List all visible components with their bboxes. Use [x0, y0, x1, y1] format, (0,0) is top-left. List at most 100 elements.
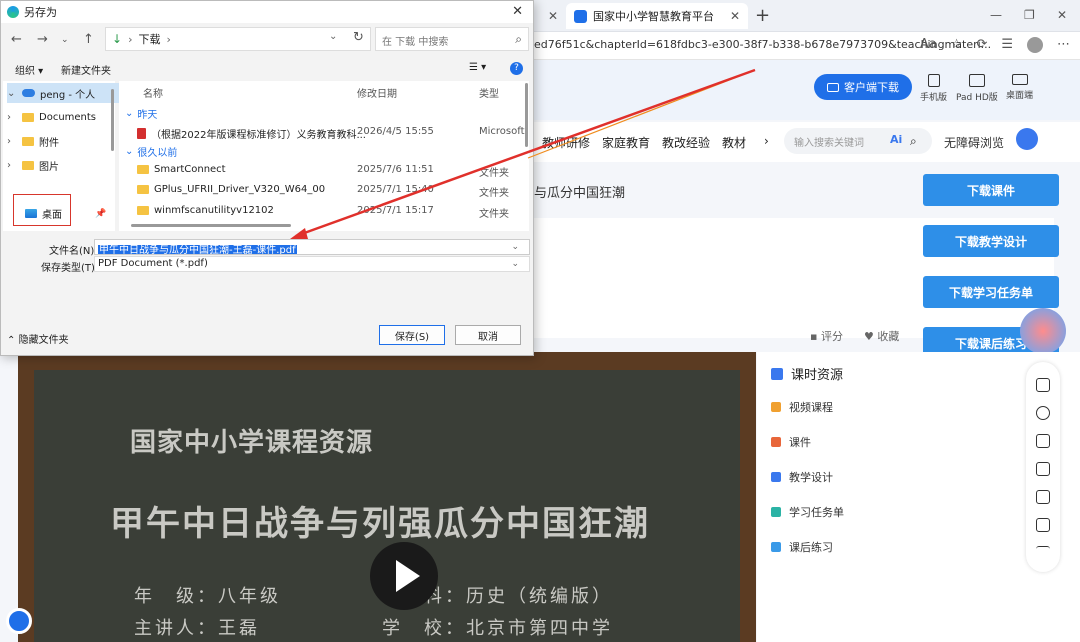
column-type[interactable]: 类型	[479, 85, 499, 100]
chevron-down-icon[interactable]: ⌄	[511, 259, 519, 269]
file-row[interactable]: winmfscanutilityv12102 2025/7/1 15:17 文件夹	[119, 201, 521, 221]
group-yesterday[interactable]: ⌄ 昨天	[125, 106, 157, 121]
client-download-button[interactable]: 客户端下载	[814, 74, 912, 100]
chevron-right-icon[interactable]: ›	[7, 160, 17, 171]
tree-item[interactable]: › 图片	[7, 155, 59, 175]
play-icon[interactable]	[370, 542, 438, 610]
favorites-list-icon[interactable]: ☰	[1001, 37, 1013, 53]
rate-button[interactable]: 评分	[821, 330, 843, 343]
folder-search-input[interactable]: 在 下载 中搜索 ⌕	[375, 27, 529, 51]
view-options-icon[interactable]: ☰ ▾	[469, 62, 486, 73]
file-date: 2025/7/1 15:17	[357, 205, 434, 216]
tree-item[interactable]: › 附件	[7, 131, 59, 151]
forward-arrow-icon[interactable]: →	[37, 32, 48, 47]
video-player[interactable]: 国家中小学课程资源 甲午中日战争与列强瓜分中国狂潮 年 级：八年级 学 科：历史…	[18, 352, 756, 642]
file-list-scrollbar[interactable]	[525, 83, 528, 147]
group-long-ago[interactable]: ⌄ 很久以前	[125, 144, 177, 159]
column-name[interactable]: 名称	[143, 85, 163, 100]
tree-scrollbar[interactable]	[111, 89, 114, 151]
search-icon[interactable]: ⌕	[515, 32, 522, 47]
help-icon[interactable]	[1036, 406, 1050, 420]
save-as-dialog: 另存为 ✕ ← → ⌄ ↑ ↓ › 下载 › ⌄ ↻ 在 下载 中搜索 ⌕ 组织…	[0, 0, 534, 356]
cube-icon[interactable]	[1036, 434, 1050, 448]
horizontal-scrollbar[interactable]	[131, 224, 291, 227]
tab-previous[interactable]: ✕	[536, 3, 566, 29]
platform-logo-icon[interactable]	[6, 608, 32, 634]
read-aloud-icon[interactable]: Aa	[920, 37, 937, 53]
play-square-icon	[771, 367, 783, 380]
help-icon[interactable]: ?	[510, 62, 523, 75]
download-task-sheet-button[interactable]: 下载学习任务单	[923, 276, 1059, 308]
favorite-star-icon[interactable]: ☆	[951, 37, 963, 53]
feedback-icon[interactable]	[1036, 518, 1050, 532]
mobile-version-link[interactable]: 手机版	[920, 74, 947, 103]
tree-item[interactable]: ⌄ peng - 个人	[7, 83, 119, 103]
chevron-right-icon[interactable]: ›	[7, 112, 17, 123]
tab-title: 国家中小学智慧教育平台	[593, 10, 714, 23]
refresh-icon[interactable]: ↻	[353, 30, 364, 45]
resource-item[interactable]: 课件	[771, 432, 811, 452]
user-avatar[interactable]	[1016, 128, 1038, 150]
nav-textbook[interactable]: 教材	[722, 134, 746, 151]
maximize-icon[interactable]: ❐	[1024, 8, 1035, 22]
file-row[interactable]: （根据2022年版课程标准修订）义务教育教科... 2026/4/5 15:55 M…	[119, 122, 525, 142]
ai-search-icon[interactable]: Ai	[890, 133, 902, 146]
new-tab-icon[interactable]: +	[755, 5, 770, 26]
hide-folders-toggle[interactable]: ⌃ 隐藏文件夹	[7, 331, 69, 346]
desktop-version-link[interactable]: 桌面端	[1006, 74, 1033, 101]
back-arrow-icon[interactable]: ←	[11, 32, 22, 47]
organize-menu[interactable]: 组织 ▾	[15, 62, 43, 77]
download-courseware-button[interactable]: 下载课件	[923, 174, 1059, 206]
resource-item[interactable]: 视频课程	[771, 397, 833, 417]
filename-input[interactable]: 甲午中日战争与瓜分中国狂潮-王磊-课件.pdf ⌄	[94, 239, 530, 255]
nav-more-icon[interactable]: ›	[764, 134, 769, 148]
resource-type-icon	[771, 402, 781, 412]
chevron-down-icon[interactable]: ⌄	[7, 88, 17, 99]
nav-family-education[interactable]: 家庭教育	[602, 134, 650, 151]
close-icon[interactable]: ✕	[548, 9, 558, 23]
profile-avatar[interactable]	[1027, 37, 1043, 53]
resource-item[interactable]: 课后练习	[771, 537, 833, 557]
nav-teacher-training[interactable]: 教师研修	[542, 134, 590, 151]
recent-dropdown-icon[interactable]: ⌄	[61, 35, 69, 45]
path-dropdown-icon[interactable]: ⌄	[329, 31, 337, 42]
close-window-icon[interactable]: ✕	[1057, 8, 1067, 22]
minimize-icon[interactable]: —	[990, 8, 1002, 22]
save-button[interactable]: 保存(S)	[379, 325, 445, 345]
accessibility-link[interactable]: 无障碍浏览	[944, 134, 1004, 151]
tree-item[interactable]: › Documents	[7, 107, 96, 127]
filetype-select[interactable]: PDF Document (*.pdf) ⌄	[94, 256, 530, 272]
path-segment[interactable]: 下载	[138, 31, 160, 47]
more-icon[interactable]: ⋯	[1057, 37, 1070, 53]
menu-icon[interactable]	[1036, 546, 1050, 552]
extensions-icon[interactable]: ⟳	[976, 37, 987, 53]
copy-icon[interactable]	[1036, 462, 1050, 476]
heart-icon[interactable]: ♥	[864, 330, 874, 343]
file-date: 2026/4/5 15:55	[357, 126, 434, 137]
file-name: （根据2022年版课程标准修订）义务教育教科...	[137, 126, 366, 141]
close-icon[interactable]: ✕	[730, 9, 740, 23]
new-folder-button[interactable]: 新建文件夹	[61, 62, 111, 77]
search-icon[interactable]: ⌕	[910, 134, 917, 149]
folder-icon	[22, 160, 34, 170]
document-icon[interactable]	[1036, 490, 1050, 504]
nav-reform-experience[interactable]: 教改经验	[662, 134, 710, 151]
cancel-button[interactable]: 取消	[455, 325, 521, 345]
up-arrow-icon[interactable]: ↑	[83, 32, 94, 47]
file-row[interactable]: SmartConnect 2025/7/6 11:51 文件夹	[119, 160, 521, 180]
favorite-button[interactable]: 收藏	[877, 330, 899, 343]
file-row[interactable]: GPlus_UFRII_Driver_V320_W64_00 2025/7/1 1…	[119, 180, 521, 200]
chevron-right-icon[interactable]: ›	[7, 136, 17, 147]
close-icon[interactable]: ✕	[512, 4, 523, 19]
chevron-down-icon[interactable]: ⌄	[511, 242, 519, 252]
pad-version-link[interactable]: Pad HD版	[956, 74, 998, 103]
assistant-avatar[interactable]	[1020, 308, 1066, 354]
resource-item[interactable]: 教学设计	[771, 467, 833, 487]
board-subtitle: 国家中小学课程资源	[130, 428, 374, 458]
home-icon[interactable]	[1036, 378, 1050, 392]
download-teaching-design-button[interactable]: 下载教学设计	[923, 225, 1059, 257]
rate-icon[interactable]: ▪	[810, 330, 817, 343]
resource-item[interactable]: 学习任务单	[771, 502, 844, 522]
column-date[interactable]: 修改日期	[357, 85, 397, 100]
tab-active[interactable]: 国家中小学智慧教育平台 ✕	[566, 3, 748, 29]
